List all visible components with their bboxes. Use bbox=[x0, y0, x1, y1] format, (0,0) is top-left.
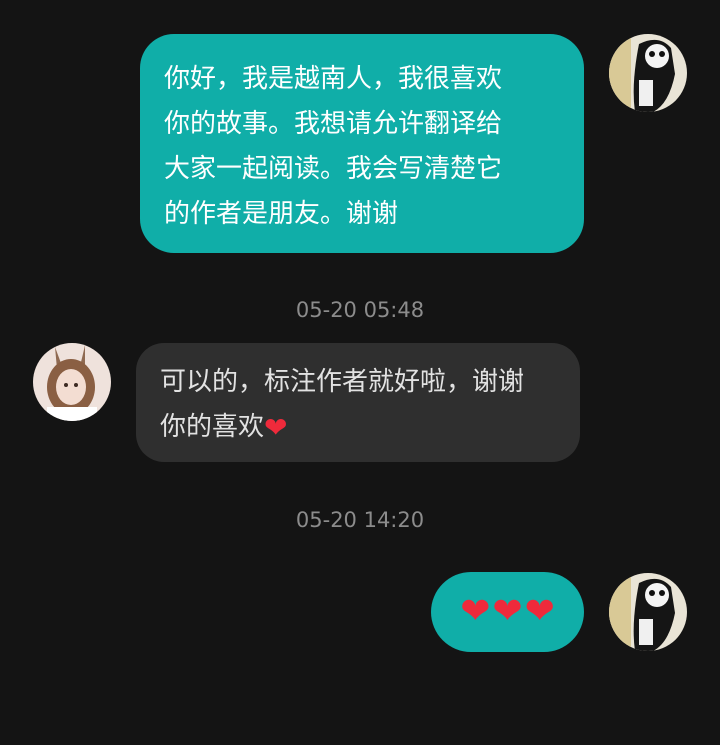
my-avatar[interactable] bbox=[609, 34, 687, 112]
contact-avatar[interactable] bbox=[33, 343, 111, 421]
my-avatar[interactable] bbox=[609, 573, 687, 651]
heart-emoji: ❤ bbox=[460, 591, 491, 632]
message-text-line: 大家一起阅读。我会写清楚它 bbox=[164, 154, 503, 184]
message-text-line: 可以的，标注作者就好啦，谢谢 bbox=[160, 367, 525, 397]
chat-thread: 你好，我是越南人，我很喜欢 你的故事。我想请允许翻译给 大家一起阅读。我会写清楚… bbox=[0, 0, 720, 745]
message-text-line: 你的故事。我想请允许翻译给 bbox=[164, 109, 503, 139]
message-bubble[interactable]: 你好，我是越南人，我很喜欢 你的故事。我想请允许翻译给 大家一起阅读。我会写清楚… bbox=[140, 34, 584, 253]
message-text-line: 你好，我是越南人，我很喜欢 bbox=[164, 64, 503, 94]
message-bubble[interactable]: 可以的，标注作者就好啦，谢谢 你的喜欢❤ bbox=[136, 343, 580, 462]
hearts-row: ❤ ❤ ❤ bbox=[431, 572, 584, 652]
message-text-line: 的作者是朋友。谢谢 bbox=[164, 199, 399, 229]
message-text-line: 你的喜欢❤ bbox=[160, 411, 288, 444]
timestamp: 05-20 05:48 bbox=[295, 298, 425, 322]
heart-emoji: ❤ bbox=[492, 591, 523, 632]
message-bubble[interactable]: ❤ ❤ ❤ bbox=[431, 572, 584, 652]
heart-emoji: ❤ bbox=[264, 411, 288, 444]
heart-emoji: ❤ bbox=[524, 591, 555, 632]
timestamp: 05-20 14:20 bbox=[295, 508, 425, 532]
